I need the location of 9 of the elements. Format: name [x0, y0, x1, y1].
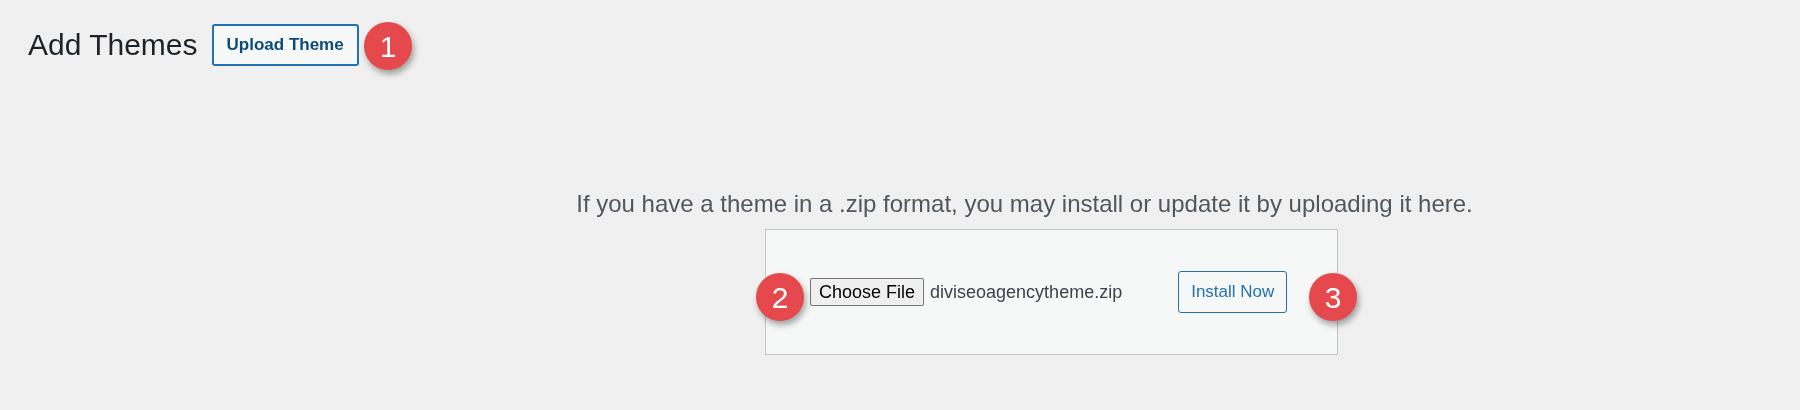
number-badge: 3 [1309, 273, 1357, 321]
page-title: Add Themes [28, 27, 198, 63]
number-badge: 2 [756, 273, 804, 321]
file-name: diviseoagencytheme.zip [930, 280, 1123, 304]
upload-theme-button[interactable]: Upload Theme [211, 23, 359, 66]
number-badge: 1 [364, 22, 412, 70]
instructions-text: If you have a theme in a .zip format, you may install or update it by uploading it here. [575, 189, 1474, 219]
choose-file-button[interactable]: Choose File [810, 278, 925, 306]
install-now-button[interactable]: Install Now [1178, 271, 1288, 313]
